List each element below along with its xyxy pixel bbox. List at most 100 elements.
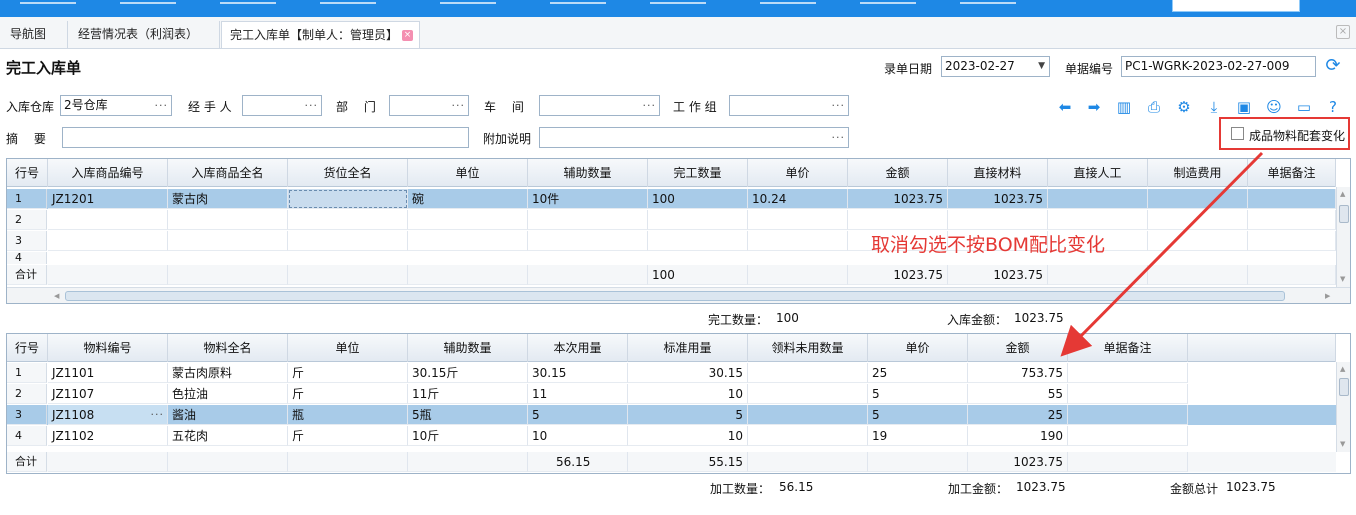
tab-navigation[interactable]: 导航图 — [2, 21, 68, 48]
handler-field[interactable]: ··· — [242, 95, 322, 116]
table-row[interactable]: 2 JZ1107 色拉油 斤 11斤 11 10 5 55 — [7, 384, 1336, 404]
cell-material-code[interactable]: JZ1101 — [48, 363, 168, 383]
column-header[interactable]: 货位全名 — [288, 159, 408, 187]
scroll-left-icon[interactable]: ◀ — [54, 292, 59, 300]
more-icon[interactable]: ··· — [832, 96, 846, 115]
column-header[interactable]: 完工数量 — [648, 159, 748, 187]
cell[interactable] — [288, 210, 408, 230]
cell[interactable] — [48, 210, 168, 230]
cell[interactable] — [748, 210, 848, 230]
column-header[interactable]: 入库商品编号 — [48, 159, 168, 187]
warehouse-field[interactable]: 2号仓库 ··· — [60, 95, 172, 116]
column-header[interactable]: 物料编号 — [48, 334, 168, 362]
scroll-up-icon[interactable]: ▲ — [1340, 190, 1345, 198]
cell[interactable] — [288, 231, 408, 251]
settings-doc-icon[interactable]: ⚙ — [1174, 97, 1194, 117]
more-icon[interactable]: ··· — [832, 128, 846, 147]
save-icon[interactable]: ▣ — [1234, 97, 1254, 117]
cell[interactable] — [848, 210, 948, 230]
scroll-up-icon[interactable]: ▲ — [1340, 365, 1345, 373]
more-icon[interactable]: ··· — [305, 96, 319, 115]
cell-material-name[interactable]: 酱油 — [168, 405, 288, 425]
cell-aux-qty[interactable]: 30.15斤 — [408, 363, 528, 383]
toolbar-item[interactable] — [960, 0, 1016, 4]
cell[interactable] — [648, 210, 748, 230]
cell[interactable] — [168, 210, 288, 230]
workgroup-field[interactable]: ··· — [729, 95, 849, 116]
search-input[interactable] — [1172, 0, 1300, 12]
more-icon[interactable]: ··· — [643, 96, 657, 115]
column-header[interactable]: 金额 — [968, 334, 1068, 362]
cell-unit[interactable]: 碗 — [408, 189, 528, 209]
toolbar-item[interactable] — [320, 0, 376, 4]
table-row[interactable]: 1 JZ1201 蒙古肉 碗 10件 100 10.24 1023.75 102… — [7, 189, 1336, 209]
column-header[interactable]: 辅助数量 — [528, 159, 648, 187]
barcode-icon[interactable]: ▥ — [1114, 97, 1134, 117]
toolbar-item[interactable] — [860, 0, 916, 4]
cell[interactable] — [528, 210, 648, 230]
column-header[interactable]: 金额 — [848, 159, 948, 187]
cell-price[interactable]: 5 — [868, 405, 968, 425]
cell-std-qty[interactable]: 5 — [628, 405, 748, 425]
cell-material-name[interactable]: 五花肉 — [168, 426, 288, 446]
cell-amount[interactable]: 25 — [968, 405, 1068, 425]
cell-unused-qty[interactable] — [748, 384, 868, 404]
cell-price[interactable]: 10.24 — [748, 189, 848, 209]
column-header[interactable]: 单价 — [868, 334, 968, 362]
cell-std-qty[interactable]: 10 — [628, 426, 748, 446]
more-icon[interactable]: ··· — [151, 405, 165, 424]
cell-product-code[interactable]: JZ1201 — [48, 189, 168, 209]
column-header[interactable]: 单据备注 — [1068, 334, 1188, 362]
cell[interactable] — [948, 210, 1048, 230]
close-icon[interactable]: × — [402, 30, 413, 41]
cell-amount[interactable]: 55 — [968, 384, 1068, 404]
cell-direct-labor[interactable] — [1048, 189, 1148, 209]
scroll-right-icon[interactable]: ▶ — [1325, 292, 1330, 300]
dept-field[interactable]: ··· — [389, 95, 469, 116]
cell-amount[interactable]: 1023.75 — [848, 189, 948, 209]
cell-use-qty[interactable]: 11 — [528, 384, 628, 404]
scroll-thumb[interactable] — [1339, 378, 1349, 396]
column-header[interactable]: 领料未用数量 — [748, 334, 868, 362]
column-header[interactable]: 本次用量 — [528, 334, 628, 362]
column-header[interactable]: 标准用量 — [628, 334, 748, 362]
cell[interactable] — [408, 231, 528, 251]
cell-price[interactable]: 25 — [868, 363, 968, 383]
download-icon[interactable]: ⤓ — [1204, 97, 1224, 117]
cell-aux-qty[interactable]: 11斤 — [408, 384, 528, 404]
cell-unit[interactable]: 瓶 — [288, 405, 408, 425]
cell-std-qty[interactable]: 10 — [628, 384, 748, 404]
cell-material-code[interactable]: JZ1107 — [48, 384, 168, 404]
column-header[interactable]: 辅助数量 — [408, 334, 528, 362]
table-row[interactable]: 2 — [7, 210, 1336, 230]
cell[interactable] — [48, 231, 168, 251]
extra-field[interactable]: ··· — [539, 127, 849, 148]
date-field[interactable]: 2023-02-27 ▼ — [941, 56, 1050, 77]
scroll-thumb[interactable] — [1339, 205, 1349, 223]
cell-unit[interactable]: 斤 — [288, 384, 408, 404]
toolbar-item[interactable] — [220, 0, 276, 4]
toolbar-item[interactable] — [650, 0, 706, 4]
cell-material-code[interactable]: JZ1102 — [48, 426, 168, 446]
cell[interactable] — [408, 210, 528, 230]
cell-unused-qty[interactable] — [748, 426, 868, 446]
help-icon[interactable]: ? — [1323, 97, 1343, 117]
cell[interactable] — [648, 231, 748, 251]
column-header[interactable]: 行号 — [7, 159, 48, 187]
column-header[interactable]: 单位 — [408, 159, 528, 187]
cell-material-name[interactable]: 色拉油 — [168, 384, 288, 404]
tab-finished-goods-receipt[interactable]: 完工入库单【制单人：管理员】 × — [221, 21, 420, 48]
column-header[interactable]: 直接人工 — [1048, 159, 1148, 187]
print-icon[interactable]: ⎙ — [1144, 97, 1164, 117]
cell[interactable] — [168, 231, 288, 251]
column-header[interactable]: 单价 — [748, 159, 848, 187]
column-header[interactable]: 物料全名 — [168, 334, 288, 362]
chevron-down-icon[interactable]: ▼ — [1038, 57, 1045, 76]
table-row[interactable]: 3 JZ1108 ··· 酱油 瓶 5瓶 5 5 5 25 — [7, 405, 1336, 425]
cell[interactable] — [1248, 231, 1336, 251]
table-row[interactable]: 4 — [7, 252, 1336, 264]
vertical-scrollbar[interactable]: ▲ ▼ — [1336, 187, 1350, 287]
vertical-scrollbar[interactable]: ▲ ▼ — [1336, 362, 1350, 452]
cell-price[interactable]: 19 — [868, 426, 968, 446]
cell-aux-qty[interactable]: 5瓶 — [408, 405, 528, 425]
